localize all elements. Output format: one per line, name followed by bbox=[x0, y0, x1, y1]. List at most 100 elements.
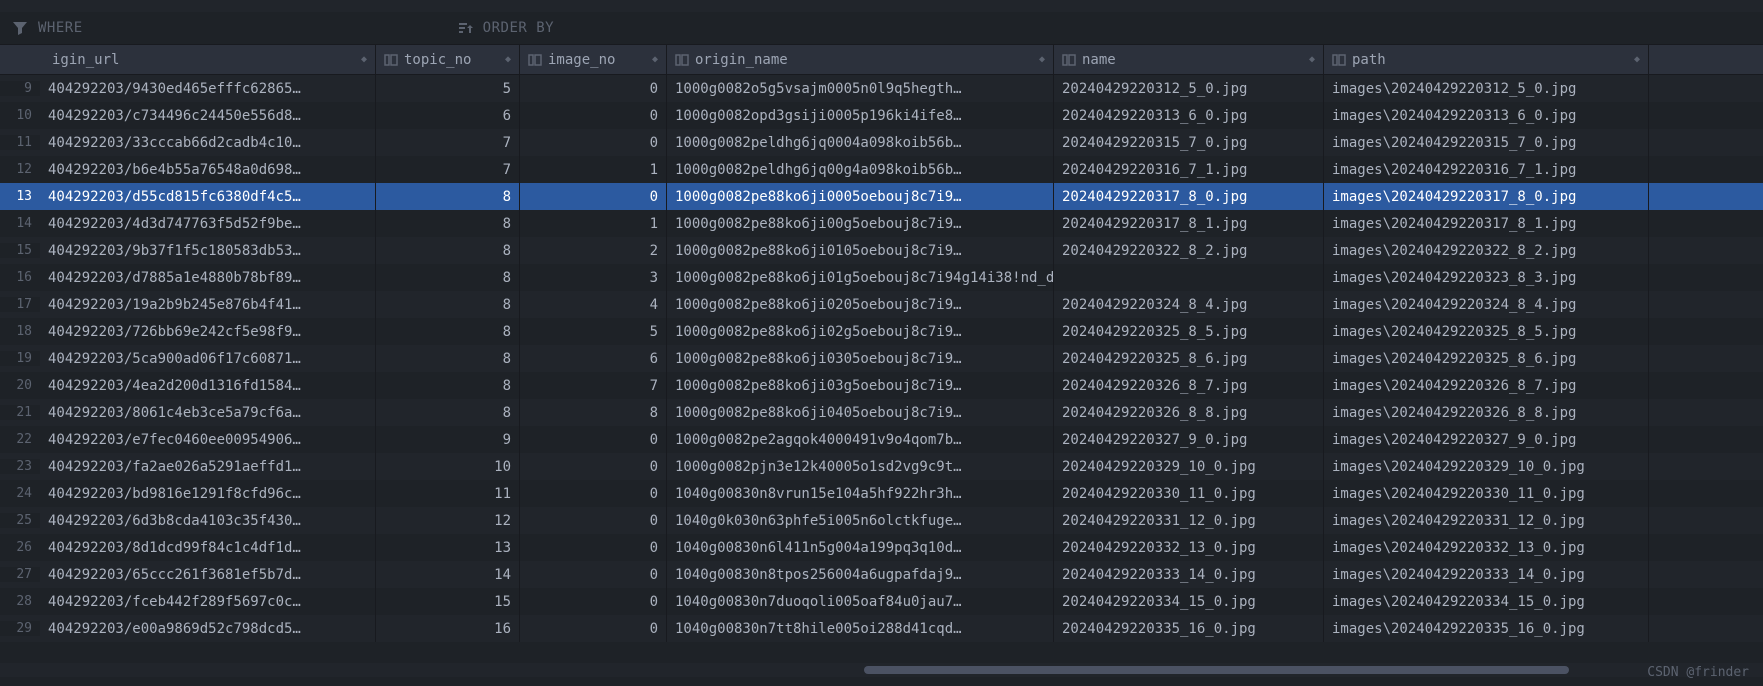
cell-path[interactable]: images\20240429220334_15_0.jpg bbox=[1324, 588, 1649, 615]
cell-name[interactable]: 20240429220316_7_1.jpg bbox=[1054, 156, 1324, 183]
cell-image[interactable]: 0 bbox=[520, 453, 667, 480]
cell-topic[interactable]: 8 bbox=[376, 399, 520, 426]
cell-origin[interactable]: 1000g0082o5g5vsajm0005n0l9q5hegth… bbox=[667, 75, 1054, 102]
table-row[interactable]: 25404292203/6d3b8cda4103c35f430…1201040g… bbox=[0, 507, 1763, 534]
cell-path[interactable]: images\20240429220325_8_6.jpg bbox=[1324, 345, 1649, 372]
cell-path[interactable]: images\20240429220332_13_0.jpg bbox=[1324, 534, 1649, 561]
cell-image[interactable]: 0 bbox=[520, 534, 667, 561]
cell-image[interactable]: 5 bbox=[520, 318, 667, 345]
cell-topic[interactable]: 14 bbox=[376, 561, 520, 588]
cell-name[interactable]: 20240429220317_8_0.jpg bbox=[1054, 183, 1324, 210]
cell-url[interactable]: 404292203/8061c4eb3ce5a79cf6a… bbox=[40, 399, 376, 426]
cell-origin[interactable]: 1000g0082peldhg6jq0004a098koib56b… bbox=[667, 129, 1054, 156]
table-row[interactable]: 27404292203/65ccc261f3681ef5b7d…1401040g… bbox=[0, 561, 1763, 588]
cell-topic[interactable]: 8 bbox=[376, 183, 520, 210]
column-header-image[interactable]: image_no ◆ bbox=[520, 45, 667, 74]
table-row[interactable]: 18404292203/726bb69e242cf5e98f9…851000g0… bbox=[0, 318, 1763, 345]
cell-origin[interactable]: 1000g0082opd3gsiji0005p196ki4ife8… bbox=[667, 102, 1054, 129]
cell-origin[interactable]: 1000g0082pe2agqok4000491v9o4qom7b… bbox=[667, 426, 1054, 453]
cell-name[interactable]: 20240429220312_5_0.jpg bbox=[1054, 75, 1324, 102]
table-row[interactable]: 9404292203/9430ed465efffc62865…501000g00… bbox=[0, 75, 1763, 102]
cell-name[interactable]: 20240429220335_16_0.jpg bbox=[1054, 615, 1324, 642]
cell-topic[interactable]: 11 bbox=[376, 480, 520, 507]
cell-name[interactable]: 20240429220329_10_0.jpg bbox=[1054, 453, 1324, 480]
cell-image[interactable]: 1 bbox=[520, 156, 667, 183]
cell-topic[interactable]: 8 bbox=[376, 264, 520, 291]
cell-url[interactable]: 404292203/33cccab66d2cadb4c10… bbox=[40, 129, 376, 156]
cell-path[interactable]: images\20240429220315_7_0.jpg bbox=[1324, 129, 1649, 156]
cell-origin[interactable]: 1000g0082pe88ko6ji00g5oebouj8c7i9… bbox=[667, 210, 1054, 237]
cell-url[interactable]: 404292203/4ea2d200d1316fd1584… bbox=[40, 372, 376, 399]
cell-origin[interactable]: 1000g0082pe88ko6ji03g5oebouj8c7i9… bbox=[667, 372, 1054, 399]
table-row[interactable]: 19404292203/5ca900ad06f17c60871…861000g0… bbox=[0, 345, 1763, 372]
cell-topic[interactable]: 8 bbox=[376, 345, 520, 372]
cell-image[interactable]: 7 bbox=[520, 372, 667, 399]
table-row[interactable]: 17404292203/19a2b9b245e876b4f41…841000g0… bbox=[0, 291, 1763, 318]
cell-origin[interactable]: 1040g00830n8tpos256004a6ugpafdaj9… bbox=[667, 561, 1054, 588]
table-row[interactable]: 28404292203/fceb442f289f5697c0c…1501040g… bbox=[0, 588, 1763, 615]
column-header-topic[interactable]: topic_no ◆ bbox=[376, 45, 520, 74]
cell-path[interactable]: images\20240429220324_8_4.jpg bbox=[1324, 291, 1649, 318]
cell-url[interactable]: 404292203/e7fec0460ee00954906… bbox=[40, 426, 376, 453]
cell-origin[interactable]: 1000g0082peldhg6jq00g4a098koib56b… bbox=[667, 156, 1054, 183]
cell-name[interactable]: 20240429220334_15_0.jpg bbox=[1054, 588, 1324, 615]
cell-url[interactable]: 404292203/4d3d747763f5d52f9be… bbox=[40, 210, 376, 237]
column-header-origin[interactable]: origin_name ◆ bbox=[667, 45, 1054, 74]
cell-url[interactable]: 404292203/6d3b8cda4103c35f430… bbox=[40, 507, 376, 534]
cell-topic[interactable]: 8 bbox=[376, 291, 520, 318]
cell-url[interactable]: 404292203/fceb442f289f5697c0c… bbox=[40, 588, 376, 615]
cell-topic[interactable]: 9 bbox=[376, 426, 520, 453]
cell-name[interactable]: 20240429220313_6_0.jpg bbox=[1054, 102, 1324, 129]
cell-origin[interactable]: 1040g00830n8vrun15e104a5hf922hr3h… bbox=[667, 480, 1054, 507]
cell-name[interactable]: 20240429220333_14_0.jpg bbox=[1054, 561, 1324, 588]
cell-path[interactable]: images\20240429220331_12_0.jpg bbox=[1324, 507, 1649, 534]
cell-origin[interactable]: 1040g0k030n63phfe5i005n6olctkfuge… bbox=[667, 507, 1054, 534]
cell-origin[interactable]: 1000g0082pe88ko6ji0405oebouj8c7i9… bbox=[667, 399, 1054, 426]
cell-origin[interactable]: 1000g0082pe88ko6ji0105oebouj8c7i9… bbox=[667, 237, 1054, 264]
table-row[interactable]: 10404292203/c734496c24450e556d8…601000g0… bbox=[0, 102, 1763, 129]
cell-topic[interactable]: 12 bbox=[376, 507, 520, 534]
cell-topic[interactable]: 16 bbox=[376, 615, 520, 642]
cell-origin[interactable]: 1040g00830n7tt8hile005oi288d41cqd… bbox=[667, 615, 1054, 642]
cell-image[interactable]: 0 bbox=[520, 615, 667, 642]
cell-name[interactable]: 20240429220325_8_6.jpg bbox=[1054, 345, 1324, 372]
cell-path[interactable]: images\20240429220326_8_7.jpg bbox=[1324, 372, 1649, 399]
cell-url[interactable]: 404292203/9430ed465efffc62865… bbox=[40, 75, 376, 102]
column-header-url[interactable]: igin_url ◆ bbox=[40, 45, 376, 74]
cell-origin[interactable]: 1000g0082pe88ko6ji0305oebouj8c7i9… bbox=[667, 345, 1054, 372]
cell-path[interactable]: images\20240429220312_5_0.jpg bbox=[1324, 75, 1649, 102]
cell-url[interactable]: 404292203/726bb69e242cf5e98f9… bbox=[40, 318, 376, 345]
cell-origin[interactable]: 1000g0082pe88ko6ji0205oebouj8c7i9… bbox=[667, 291, 1054, 318]
cell-path[interactable]: images\20240429220326_8_8.jpg bbox=[1324, 399, 1649, 426]
cell-path[interactable]: images\20240429220317_8_0.jpg bbox=[1324, 183, 1649, 210]
cell-url[interactable]: 404292203/bd9816e1291f8cfd96c… bbox=[40, 480, 376, 507]
cell-topic[interactable]: 8 bbox=[376, 210, 520, 237]
where-filter[interactable]: WHERE bbox=[12, 20, 83, 36]
cell-origin[interactable]: 1000g0082pe88ko6ji02g5oebouj8c7i9… bbox=[667, 318, 1054, 345]
cell-name[interactable]: 20240429220315_7_0.jpg bbox=[1054, 129, 1324, 156]
table-row[interactable]: 11404292203/33cccab66d2cadb4c10…701000g0… bbox=[0, 129, 1763, 156]
cell-path[interactable]: images\20240429220317_8_1.jpg bbox=[1324, 210, 1649, 237]
cell-url[interactable]: 404292203/19a2b9b245e876b4f41… bbox=[40, 291, 376, 318]
cell-topic[interactable]: 7 bbox=[376, 156, 520, 183]
orderby-filter[interactable]: ORDER BY bbox=[457, 20, 554, 36]
cell-image[interactable]: 0 bbox=[520, 561, 667, 588]
cell-topic[interactable]: 8 bbox=[376, 237, 520, 264]
cell-url[interactable]: 404292203/e00a9869d52c798dcd5… bbox=[40, 615, 376, 642]
table-row[interactable]: 14404292203/4d3d747763f5d52f9be…811000g0… bbox=[0, 210, 1763, 237]
cell-image[interactable]: 1 bbox=[520, 210, 667, 237]
table-row[interactable]: 20404292203/4ea2d200d1316fd1584…871000g0… bbox=[0, 372, 1763, 399]
cell-image[interactable]: 8 bbox=[520, 399, 667, 426]
table-row[interactable]: 24404292203/bd9816e1291f8cfd96c…1101040g… bbox=[0, 480, 1763, 507]
cell-topic[interactable]: 6 bbox=[376, 102, 520, 129]
cell-image[interactable]: 0 bbox=[520, 588, 667, 615]
cell-image[interactable]: 0 bbox=[520, 75, 667, 102]
cell-path[interactable]: images\20240429220330_11_0.jpg bbox=[1324, 480, 1649, 507]
cell-origin[interactable]: 1040g00830n6l411n5g004a199pq3q10d… bbox=[667, 534, 1054, 561]
cell-origin[interactable]: 1000g0082pe88ko6ji01g5oebouj8c7i94g14i38… bbox=[667, 264, 1054, 291]
cell-topic[interactable]: 13 bbox=[376, 534, 520, 561]
cell-name[interactable]: 20240429220327_9_0.jpg bbox=[1054, 426, 1324, 453]
cell-topic[interactable]: 8 bbox=[376, 318, 520, 345]
cell-image[interactable]: 0 bbox=[520, 507, 667, 534]
cell-name[interactable]: 20240429220317_8_1.jpg bbox=[1054, 210, 1324, 237]
